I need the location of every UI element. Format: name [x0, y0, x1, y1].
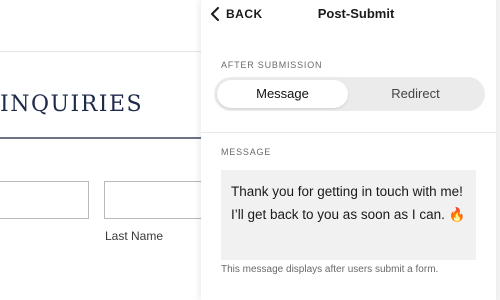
tab-redirect[interactable]: Redirect — [349, 80, 482, 108]
post-submit-panel: BACK Post-Submit AFTER SUBMISSION Messag… — [201, 0, 496, 300]
message-textarea[interactable]: Thank you for getting in touch with me! … — [221, 170, 476, 260]
preview-divider — [0, 137, 201, 139]
section-divider — [201, 132, 496, 133]
after-submission-toggle: Message Redirect — [214, 77, 485, 111]
preview-heading: INQUIRIES — [0, 92, 144, 117]
tab-message[interactable]: Message — [217, 80, 348, 108]
message-helper-text: This message displays after users submit… — [221, 264, 439, 275]
first-name-field[interactable] — [0, 181, 89, 219]
panel-header: BACK Post-Submit — [201, 0, 496, 28]
preview-top-strip — [0, 0, 201, 52]
last-name-label: Last Name — [105, 229, 164, 243]
page-preview: INQUIRIES Last Name — [0, 0, 201, 300]
panel-title: Post-Submit — [317, 6, 395, 21]
message-label: MESSAGE — [221, 147, 272, 157]
last-name-field[interactable] — [104, 181, 201, 219]
after-submission-label: AFTER SUBMISSION — [221, 60, 323, 70]
